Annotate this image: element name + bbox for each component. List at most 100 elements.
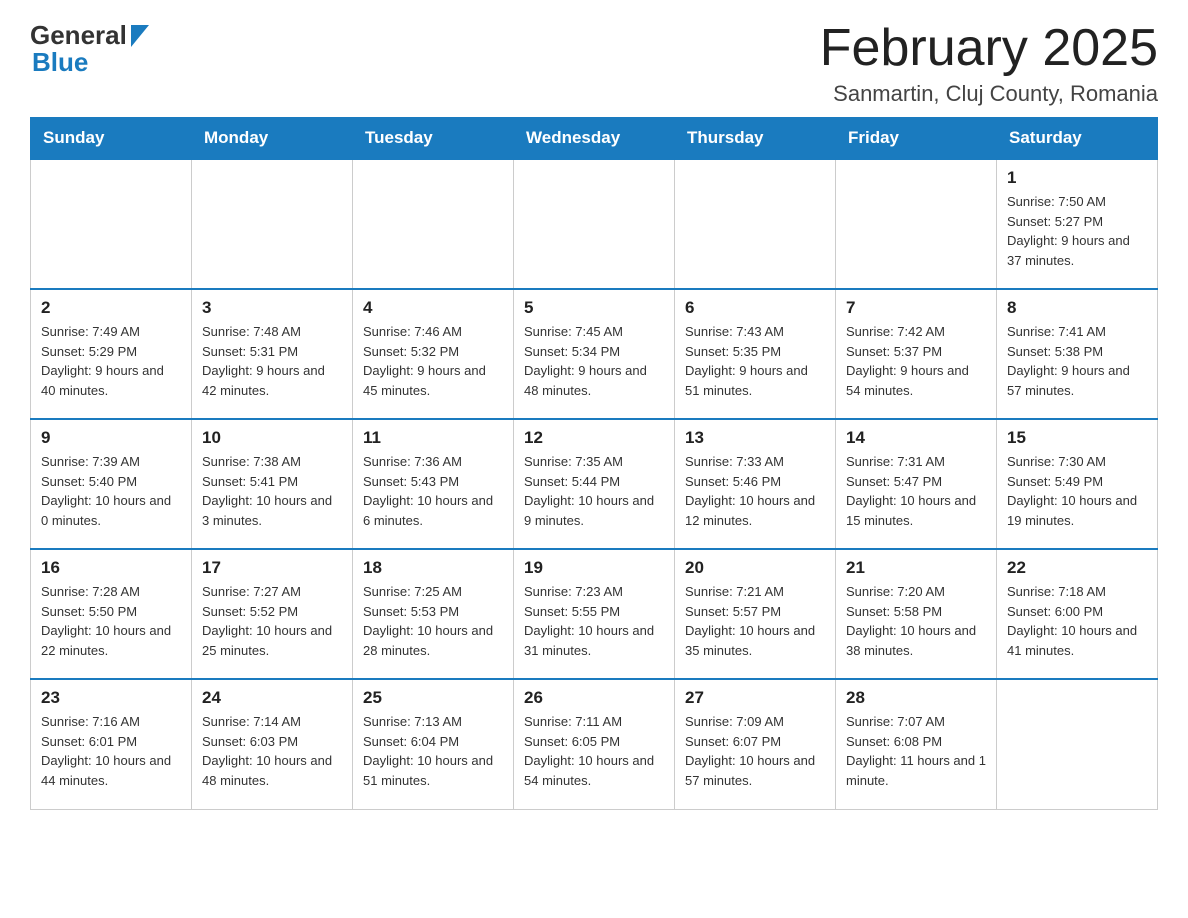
day-info: Sunrise: 7:38 AMSunset: 5:41 PMDaylight:… xyxy=(202,452,342,530)
day-number: 15 xyxy=(1007,428,1147,448)
day-number: 10 xyxy=(202,428,342,448)
day-info: Sunrise: 7:31 AMSunset: 5:47 PMDaylight:… xyxy=(846,452,986,530)
day-info: Sunrise: 7:36 AMSunset: 5:43 PMDaylight:… xyxy=(363,452,503,530)
calendar-day-cell: 1 Sunrise: 7:50 AMSunset: 5:27 PMDaylight… xyxy=(997,159,1158,289)
calendar-day-cell: 2 Sunrise: 7:49 AMSunset: 5:29 PMDaylight… xyxy=(31,289,192,419)
calendar-day-cell: 17 Sunrise: 7:27 AMSunset: 5:52 PMDayligh… xyxy=(192,549,353,679)
day-number: 28 xyxy=(846,688,986,708)
header-friday: Friday xyxy=(836,118,997,160)
day-info: Sunrise: 7:25 AMSunset: 5:53 PMDaylight:… xyxy=(363,582,503,660)
calendar-week-row: 2 Sunrise: 7:49 AMSunset: 5:29 PMDaylight… xyxy=(31,289,1158,419)
day-number: 2 xyxy=(41,298,181,318)
header-tuesday: Tuesday xyxy=(353,118,514,160)
day-info: Sunrise: 7:48 AMSunset: 5:31 PMDaylight:… xyxy=(202,322,342,400)
day-number: 17 xyxy=(202,558,342,578)
logo: General Blue xyxy=(30,20,151,78)
day-number: 12 xyxy=(524,428,664,448)
calendar-day-cell: 4 Sunrise: 7:46 AMSunset: 5:32 PMDaylight… xyxy=(353,289,514,419)
day-number: 20 xyxy=(685,558,825,578)
day-info: Sunrise: 7:27 AMSunset: 5:52 PMDaylight:… xyxy=(202,582,342,660)
calendar-day-cell xyxy=(997,679,1158,809)
calendar-day-cell: 27Sunrise: 7:09 AMSunset: 6:07 PMDayligh… xyxy=(675,679,836,809)
day-number: 13 xyxy=(685,428,825,448)
day-info: Sunrise: 7:39 AMSunset: 5:40 PMDaylight:… xyxy=(41,452,181,530)
calendar-day-cell: 14 Sunrise: 7:31 AMSunset: 5:47 PMDayligh… xyxy=(836,419,997,549)
day-info: Sunrise: 7:07 AMSunset: 6:08 PMDaylight:… xyxy=(846,712,986,790)
calendar-day-cell: 8 Sunrise: 7:41 AMSunset: 5:38 PMDaylight… xyxy=(997,289,1158,419)
calendar-day-cell: 7Sunrise: 7:42 AMSunset: 5:37 PMDaylight… xyxy=(836,289,997,419)
calendar-subtitle: Sanmartin, Cluj County, Romania xyxy=(820,81,1158,107)
calendar-day-cell: 9 Sunrise: 7:39 AMSunset: 5:40 PMDaylight… xyxy=(31,419,192,549)
day-info: Sunrise: 7:35 AMSunset: 5:44 PMDaylight:… xyxy=(524,452,664,530)
calendar-day-cell: 10 Sunrise: 7:38 AMSunset: 5:41 PMDayligh… xyxy=(192,419,353,549)
day-number: 22 xyxy=(1007,558,1147,578)
calendar-day-cell: 20 Sunrise: 7:21 AMSunset: 5:57 PMDayligh… xyxy=(675,549,836,679)
calendar-day-cell: 18 Sunrise: 7:25 AMSunset: 5:53 PMDayligh… xyxy=(353,549,514,679)
day-number: 8 xyxy=(1007,298,1147,318)
day-number: 6 xyxy=(685,298,825,318)
weekday-header-row: Sunday Monday Tuesday Wednesday Thursday… xyxy=(31,118,1158,160)
calendar-day-cell: 24 Sunrise: 7:14 AMSunset: 6:03 PMDayligh… xyxy=(192,679,353,809)
calendar-day-cell xyxy=(192,159,353,289)
calendar-week-row: 1 Sunrise: 7:50 AMSunset: 5:27 PMDaylight… xyxy=(31,159,1158,289)
calendar-day-cell: 15 Sunrise: 7:30 AMSunset: 5:49 PMDayligh… xyxy=(997,419,1158,549)
calendar-day-cell: 23Sunrise: 7:16 AMSunset: 6:01 PMDayligh… xyxy=(31,679,192,809)
day-number: 27 xyxy=(685,688,825,708)
calendar-week-row: 9 Sunrise: 7:39 AMSunset: 5:40 PMDaylight… xyxy=(31,419,1158,549)
day-number: 26 xyxy=(524,688,664,708)
day-number: 1 xyxy=(1007,168,1147,188)
calendar-day-cell: 11 Sunrise: 7:36 AMSunset: 5:43 PMDayligh… xyxy=(353,419,514,549)
page-header: General Blue February 2025 Sanmartin, Cl… xyxy=(30,20,1158,107)
calendar-week-row: 16 Sunrise: 7:28 AMSunset: 5:50 PMDayligh… xyxy=(31,549,1158,679)
day-info: Sunrise: 7:43 AMSunset: 5:35 PMDaylight:… xyxy=(685,322,825,400)
day-number: 23 xyxy=(41,688,181,708)
day-number: 18 xyxy=(363,558,503,578)
day-info: Sunrise: 7:41 AMSunset: 5:38 PMDaylight:… xyxy=(1007,322,1147,400)
day-number: 16 xyxy=(41,558,181,578)
day-info: Sunrise: 7:21 AMSunset: 5:57 PMDaylight:… xyxy=(685,582,825,660)
day-number: 25 xyxy=(363,688,503,708)
day-info: Sunrise: 7:28 AMSunset: 5:50 PMDaylight:… xyxy=(41,582,181,660)
calendar-day-cell: 19 Sunrise: 7:23 AMSunset: 5:55 PMDayligh… xyxy=(514,549,675,679)
day-number: 19 xyxy=(524,558,664,578)
day-info: Sunrise: 7:46 AMSunset: 5:32 PMDaylight:… xyxy=(363,322,503,400)
calendar-day-cell: 26 Sunrise: 7:11 AMSunset: 6:05 PMDayligh… xyxy=(514,679,675,809)
day-info: Sunrise: 7:23 AMSunset: 5:55 PMDaylight:… xyxy=(524,582,664,660)
header-saturday: Saturday xyxy=(997,118,1158,160)
calendar-day-cell: 13 Sunrise: 7:33 AMSunset: 5:46 PMDayligh… xyxy=(675,419,836,549)
calendar-day-cell xyxy=(836,159,997,289)
day-info: Sunrise: 7:50 AMSunset: 5:27 PMDaylight:… xyxy=(1007,192,1147,270)
calendar-week-row: 23Sunrise: 7:16 AMSunset: 6:01 PMDayligh… xyxy=(31,679,1158,809)
day-info: Sunrise: 7:45 AMSunset: 5:34 PMDaylight:… xyxy=(524,322,664,400)
day-info: Sunrise: 7:33 AMSunset: 5:46 PMDaylight:… xyxy=(685,452,825,530)
day-number: 4 xyxy=(363,298,503,318)
day-info: Sunrise: 7:49 AMSunset: 5:29 PMDaylight:… xyxy=(41,322,181,400)
day-info: Sunrise: 7:42 AMSunset: 5:37 PMDaylight:… xyxy=(846,322,986,400)
calendar-day-cell: 28 Sunrise: 7:07 AMSunset: 6:08 PMDayligh… xyxy=(836,679,997,809)
logo-blue-text: Blue xyxy=(32,47,88,77)
header-thursday: Thursday xyxy=(675,118,836,160)
calendar-day-cell: 16 Sunrise: 7:28 AMSunset: 5:50 PMDayligh… xyxy=(31,549,192,679)
day-number: 14 xyxy=(846,428,986,448)
day-number: 5 xyxy=(524,298,664,318)
day-number: 21 xyxy=(846,558,986,578)
calendar-day-cell: 5 Sunrise: 7:45 AMSunset: 5:34 PMDaylight… xyxy=(514,289,675,419)
day-info: Sunrise: 7:11 AMSunset: 6:05 PMDaylight:… xyxy=(524,712,664,790)
day-number: 3 xyxy=(202,298,342,318)
calendar-day-cell: 3 Sunrise: 7:48 AMSunset: 5:31 PMDaylight… xyxy=(192,289,353,419)
calendar-day-cell: 6 Sunrise: 7:43 AMSunset: 5:35 PMDaylight… xyxy=(675,289,836,419)
calendar-day-cell: 21 Sunrise: 7:20 AMSunset: 5:58 PMDayligh… xyxy=(836,549,997,679)
day-info: Sunrise: 7:14 AMSunset: 6:03 PMDaylight:… xyxy=(202,712,342,790)
day-number: 11 xyxy=(363,428,503,448)
day-number: 9 xyxy=(41,428,181,448)
header-wednesday: Wednesday xyxy=(514,118,675,160)
calendar-day-cell: 25Sunrise: 7:13 AMSunset: 6:04 PMDayligh… xyxy=(353,679,514,809)
day-info: Sunrise: 7:30 AMSunset: 5:49 PMDaylight:… xyxy=(1007,452,1147,530)
day-number: 24 xyxy=(202,688,342,708)
title-area: February 2025 Sanmartin, Cluj County, Ro… xyxy=(820,20,1158,107)
header-monday: Monday xyxy=(192,118,353,160)
calendar-day-cell: 22Sunrise: 7:18 AMSunset: 6:00 PMDayligh… xyxy=(997,549,1158,679)
calendar-table: Sunday Monday Tuesday Wednesday Thursday… xyxy=(30,117,1158,810)
calendar-title: February 2025 xyxy=(820,20,1158,77)
day-info: Sunrise: 7:20 AMSunset: 5:58 PMDaylight:… xyxy=(846,582,986,660)
